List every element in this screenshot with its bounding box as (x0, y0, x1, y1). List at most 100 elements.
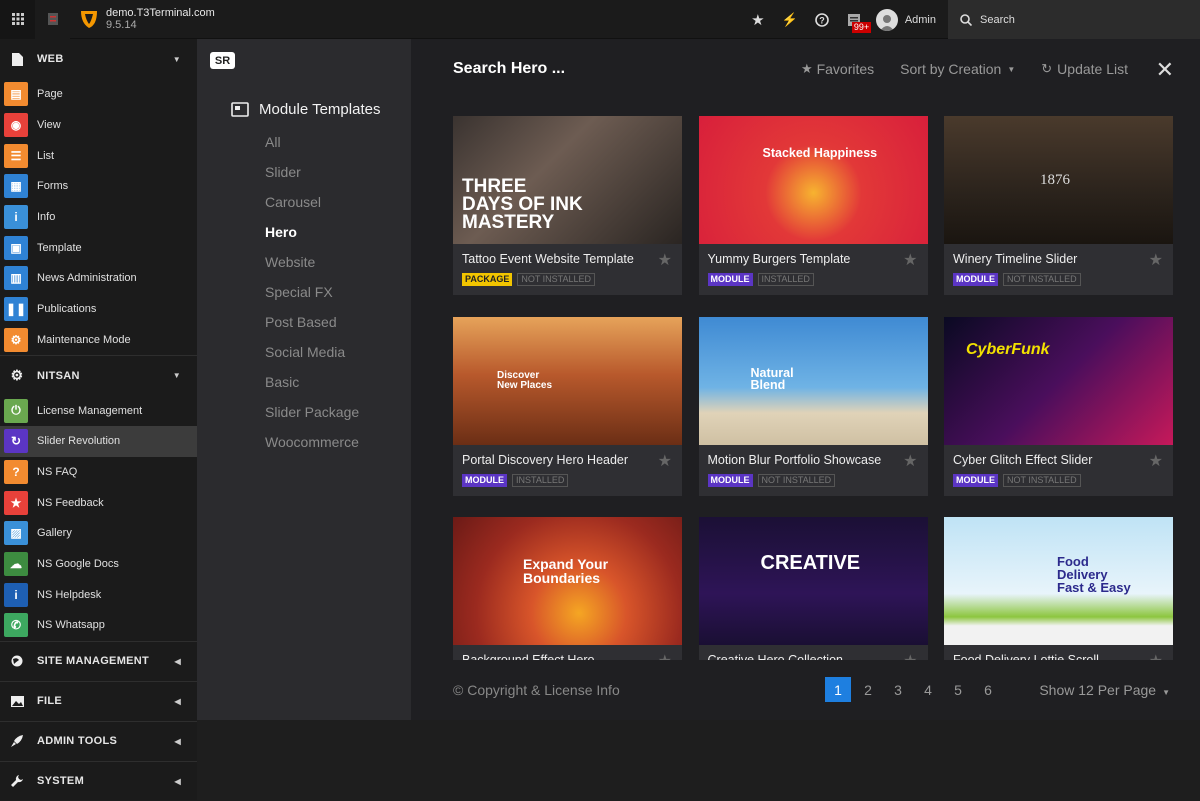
template-name: Motion Blur Portfolio Showcase (707, 452, 882, 467)
user-icon (879, 14, 894, 31)
top-bar: demo.T3Terminal.com 9.5.14 ★ ⚡ ? 99+ Adm… (0, 0, 1200, 39)
help-button[interactable]: ? (806, 0, 838, 39)
favorite-star-icon[interactable]: ★ (658, 250, 672, 270)
category-woocommerce[interactable]: Woocommerce (265, 431, 359, 461)
update-list-button[interactable]: ↻ Update List (1041, 61, 1128, 77)
user-name: Admin (904, 13, 936, 26)
copyright-link[interactable]: © Copyright & License Info (453, 682, 620, 698)
page-2-button[interactable]: 2 (855, 677, 881, 702)
template-thumbnail[interactable]: 1876 (944, 116, 1173, 244)
template-card[interactable]: Stacked Happiness Yummy Burgers Template ★… (698, 116, 928, 295)
sidebar-item-ns-feedback[interactable]: ★ NS Feedback (0, 487, 197, 518)
group-admin-tools[interactable]: ADMIN TOOLS ◀ (0, 720, 197, 761)
page-5-button[interactable]: 5 (945, 677, 971, 702)
template-thumbnail[interactable]: THREE DAYS OF INK MASTERY (453, 116, 682, 244)
sidebar-item-ns-whatsapp[interactable]: ✆ NS Whatsapp (0, 610, 197, 641)
sidebar-item-forms[interactable]: ▦ Forms (0, 171, 197, 202)
svg-text:?: ? (819, 15, 825, 25)
page-tree-toggle[interactable] (35, 0, 70, 39)
sidebar-item-ns-google-docs[interactable]: ☁ NS Google Docs (0, 549, 197, 580)
template-card[interactable]: 1876 Winery Timeline Slider ★ MODULE NOT INS… (944, 116, 1173, 295)
bolt-icon: ⚡ (781, 11, 798, 27)
template-card[interactable]: Expand Your Boundaries Background Effect … (453, 517, 682, 660)
group-site-management[interactable]: SITE MANAGEMENT ◀ (0, 640, 197, 681)
group-nitsan[interactable]: ⚙ NITSAN ▼ (0, 355, 197, 395)
template-thumbnail[interactable]: Expand Your Boundaries (453, 517, 682, 645)
close-icon: ✕ (1155, 57, 1174, 82)
bookmarks-button[interactable]: ★ (742, 0, 774, 39)
template-name: Food Delivery Lottie Scroll (953, 653, 1099, 660)
favorite-star-icon[interactable]: ★ (1149, 651, 1163, 660)
page-6-button[interactable]: 6 (975, 677, 1001, 702)
category-hero[interactable]: Hero (265, 221, 359, 251)
group-system[interactable]: SYSTEM ◀ (0, 760, 197, 801)
per-page-dropdown[interactable]: Show 12 Per Page ▼ (1039, 682, 1170, 698)
sidebar-item-ns-faq[interactable]: ? NS FAQ (0, 457, 197, 488)
template-thumbnail[interactable]: Stacked Happiness (698, 116, 928, 244)
close-button[interactable]: ✕ (1156, 57, 1174, 83)
page-4-button[interactable]: 4 (915, 677, 941, 702)
sidebar-item-gallery[interactable]: ▨ Gallery (0, 518, 197, 549)
category-special-fx[interactable]: Special FX (265, 281, 359, 311)
sidebar-item-slider-revolution[interactable]: ↻ Slider Revolution (0, 425, 197, 457)
flush-cache-button[interactable]: ⚡ (774, 0, 806, 39)
favorite-star-icon[interactable]: ★ (903, 250, 917, 270)
module-menu-toggle[interactable] (0, 0, 35, 39)
caret-left-icon: ◀ (174, 736, 181, 746)
sidebar-item-list[interactable]: ☰ List (0, 140, 197, 171)
system-info-button[interactable]: 99+ (838, 0, 872, 39)
favorite-star-icon[interactable]: ★ (1149, 250, 1163, 270)
template-card[interactable]: Natural Blend Motion Blur Portfolio Showc… (698, 316, 928, 496)
page-3-button[interactable]: 3 (885, 677, 911, 702)
sidebar-item-publications[interactable]: ❚❚ Publications (0, 294, 197, 325)
sidebar-item-maintenance-mode[interactable]: ⚙ Maintenance Mode (0, 325, 197, 356)
type-badge: MODULE (953, 273, 998, 286)
sidebar-item-news-administration[interactable]: ▥ News Administration (0, 263, 197, 294)
group-file[interactable]: FILE ◀ (0, 680, 197, 721)
sidebar-item-view[interactable]: ◉ View (0, 110, 197, 141)
site-logo[interactable]: demo.T3Terminal.com 9.5.14 (80, 7, 215, 31)
template-thumbnail[interactable]: CyberFunk (944, 316, 1173, 445)
template-tags: PACKAGE NOT INSTALLED (462, 273, 600, 286)
favorite-star-icon[interactable]: ★ (903, 651, 917, 660)
favorite-star-icon[interactable]: ★ (903, 451, 917, 471)
category-social-media[interactable]: Social Media (265, 341, 359, 371)
favorites-button[interactable]: ★ Favorites (801, 61, 874, 77)
favorite-star-icon[interactable]: ★ (658, 451, 672, 471)
template-thumbnail[interactable]: Discover New Places (453, 316, 682, 445)
wrench-icon (10, 775, 24, 788)
forms-icon: ▦ (4, 174, 28, 199)
template-card[interactable]: CREATIVE Creative Hero Collection ★ (698, 517, 928, 660)
category-carousel[interactable]: Carousel (265, 191, 359, 221)
sidebar-item-template[interactable]: ▣ Template (0, 232, 197, 263)
page-1-button[interactable]: 1 (825, 677, 851, 702)
template-card[interactable]: Discover New Places Portal Discovery Hero… (453, 316, 682, 496)
sort-dropdown[interactable]: Sort by Creation ▼ (900, 61, 1015, 77)
template-card[interactable]: Food Delivery Fast & Easy Food Delivery L… (944, 517, 1173, 660)
template-card[interactable]: CyberFunk Cyber Glitch Effect Slider ★ MODU… (944, 316, 1173, 496)
template-thumbnail[interactable]: CREATIVE (698, 517, 928, 645)
template-card[interactable]: THREE DAYS OF INK MASTERY Tattoo Event We… (453, 116, 682, 295)
category-basic[interactable]: Basic (265, 371, 359, 401)
template-thumbnail[interactable]: Food Delivery Fast & Easy (944, 517, 1173, 645)
sidebar-item-license-management[interactable]: ⏻ License Management (0, 395, 197, 426)
template-tags: MODULE NOT INSTALLED (953, 273, 1086, 286)
category-website[interactable]: Website (265, 251, 359, 281)
per-page-label: Show 12 Per Page (1039, 682, 1157, 698)
group-web[interactable]: WEB ▼ (0, 39, 197, 79)
category-post-based[interactable]: Post Based (265, 311, 359, 341)
category-all[interactable]: All (265, 131, 359, 161)
template-thumbnail[interactable]: Natural Blend (698, 316, 928, 445)
user-menu[interactable]: Admin (870, 0, 948, 39)
favorite-star-icon[interactable]: ★ (658, 651, 672, 660)
sidebar-item-ns-helpdesk[interactable]: i NS Helpdesk (0, 579, 197, 610)
template-tags: MODULE INSTALLED (707, 273, 819, 286)
module-sidebar: WEB ▼ ▤ Page ◉ View ☰ List ▦ Forms i Info ▣ Templat… (0, 39, 197, 800)
category-slider-package[interactable]: Slider Package (265, 401, 359, 431)
favorite-star-icon[interactable]: ★ (1149, 451, 1163, 471)
sidebar-item-page[interactable]: ▤ Page (0, 79, 197, 110)
search-field[interactable]: Search (948, 0, 1200, 39)
category-slider[interactable]: Slider (265, 161, 359, 191)
sidebar-item-label: Info (37, 211, 56, 224)
sidebar-item-info[interactable]: i Info (0, 202, 197, 233)
